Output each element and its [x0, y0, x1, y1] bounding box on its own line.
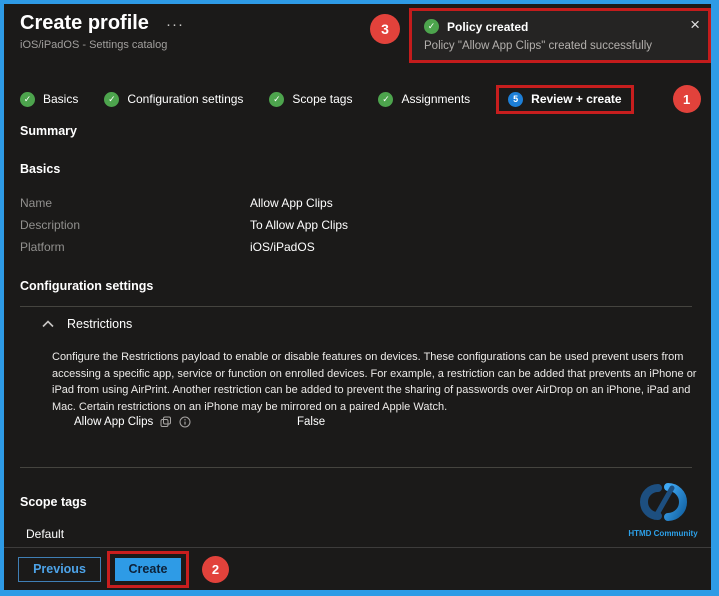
tab-scope-tags[interactable]: ✓ Scope tags — [269, 92, 352, 107]
annotation-step-1: 1 — [673, 85, 701, 113]
annotation-step-3: 3 — [370, 14, 400, 44]
check-icon: ✓ — [378, 92, 393, 107]
tab-label: Scope tags — [292, 92, 352, 106]
copy-pages-icon — [160, 416, 172, 428]
create-profile-blade: Create profile ··· iOS/iPadOS - Settings… — [4, 4, 711, 590]
tab-basics[interactable]: ✓ Basics — [20, 92, 78, 107]
row-label: Platform — [20, 240, 250, 254]
row-label: Description — [20, 218, 250, 232]
tab-configuration-settings[interactable]: ✓ Configuration settings — [104, 92, 243, 107]
previous-button[interactable]: Previous — [18, 557, 101, 582]
setting-name: Allow App Clips — [74, 416, 153, 428]
setting-row: Allow App Clips False — [4, 416, 711, 434]
tab-label: Assignments — [401, 92, 470, 106]
chevron-up-icon — [42, 320, 54, 328]
scope-tags-heading: Scope tags — [20, 495, 87, 509]
summary-heading: Summary — [20, 124, 77, 138]
footer-bar: Previous Create 2 — [4, 547, 711, 590]
restrictions-description: Configure the Restrictions payload to en… — [52, 349, 698, 415]
toast-policy-created: ✓ Policy created Policy "Allow App Clips… — [412, 11, 708, 60]
row-label: Name — [20, 196, 250, 210]
configuration-settings-heading: Configuration settings — [20, 279, 153, 293]
basics-heading: Basics — [20, 162, 60, 176]
tab-label: Configuration settings — [127, 92, 243, 106]
scope-tag-value: Default — [26, 527, 64, 541]
info-icon[interactable] — [179, 416, 191, 428]
basics-summary-table: Name Allow App Clips Description To Allo… — [20, 192, 620, 258]
restrictions-label: Restrictions — [67, 317, 132, 331]
step-number-icon: 5 — [508, 92, 523, 107]
tab-assignments[interactable]: ✓ Assignments — [378, 92, 470, 107]
close-icon[interactable]: × — [690, 15, 700, 35]
divider — [20, 306, 692, 307]
tab-review-create[interactable]: 5 Review + create — [496, 85, 633, 114]
table-row: Name Allow App Clips — [20, 192, 620, 214]
annotation-box-create: Create — [107, 551, 189, 588]
toast-title: Policy created — [447, 20, 528, 34]
annotation-box-toast: ✓ Policy created Policy "Allow App Clips… — [409, 8, 711, 63]
row-value: To Allow App Clips — [250, 218, 620, 232]
page-subtitle: iOS/iPadOS - Settings catalog — [20, 39, 167, 51]
row-value: iOS/iPadOS — [250, 240, 620, 254]
page-title: Create profile — [20, 12, 149, 35]
window-frame: Create profile ··· iOS/iPadOS - Settings… — [0, 0, 719, 596]
table-row: Description To Allow App Clips — [20, 214, 620, 236]
restrictions-section-header[interactable]: Restrictions — [42, 317, 132, 331]
htmd-logo-icon — [630, 481, 696, 523]
check-icon: ✓ — [269, 92, 284, 107]
check-icon: ✓ — [20, 92, 35, 107]
htmd-community-logo: HTMD Community — [620, 481, 706, 538]
annotation-step-2: 2 — [202, 556, 229, 583]
toast-message: Policy "Allow App Clips" created success… — [424, 40, 652, 52]
tab-label: Basics — [43, 92, 78, 106]
divider — [20, 467, 692, 468]
create-button[interactable]: Create — [115, 558, 181, 581]
success-check-icon: ✓ — [424, 19, 439, 34]
htmd-logo-text: HTMD Community — [620, 529, 706, 538]
tab-label: Review + create — [531, 92, 621, 106]
row-value: Allow App Clips — [250, 196, 620, 210]
check-icon: ✓ — [104, 92, 119, 107]
more-options-icon[interactable]: ··· — [166, 16, 184, 33]
table-row: Platform iOS/iPadOS — [20, 236, 620, 258]
setting-value: False — [297, 416, 325, 428]
wizard-tabs: ✓ Basics ✓ Configuration settings ✓ Scop… — [20, 82, 701, 116]
